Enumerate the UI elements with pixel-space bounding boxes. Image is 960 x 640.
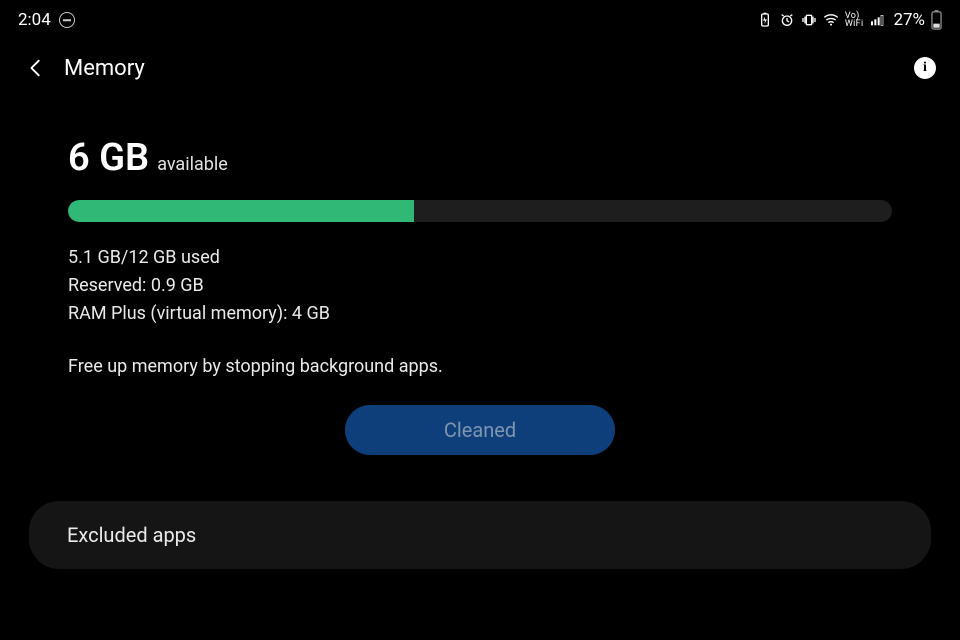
memory-stats: 5.1 GB/12 GB used Reserved: 0.9 GB RAM P… xyxy=(68,244,892,328)
page-title: Memory xyxy=(64,56,145,81)
available-line: 6 GB available xyxy=(68,136,892,180)
battery-percent: 27% xyxy=(893,10,925,30)
info-icon: i xyxy=(923,60,927,76)
back-button[interactable] xyxy=(24,56,48,80)
memory-progress-fill xyxy=(68,200,414,222)
chevron-left-icon xyxy=(25,57,47,79)
page-header: Memory i xyxy=(0,40,960,96)
memory-panel: 6 GB available 5.1 GB/12 GB used Reserve… xyxy=(0,96,960,455)
available-label: available xyxy=(157,154,228,175)
vibrate-icon xyxy=(801,12,817,28)
battery-icon xyxy=(931,10,942,30)
status-bar: 2:04 Vo) WiFi 27% xyxy=(0,0,960,40)
clean-button-label: Cleaned xyxy=(444,418,516,442)
used-line: 5.1 GB/12 GB used xyxy=(68,244,892,272)
excluded-apps-row[interactable]: Excluded apps xyxy=(29,501,931,569)
battery-optimize-icon xyxy=(757,12,773,28)
info-button[interactable]: i xyxy=(914,57,936,79)
dnd-icon xyxy=(59,12,75,28)
memory-hint: Free up memory by stopping background ap… xyxy=(68,356,892,377)
reserved-line: Reserved: 0.9 GB xyxy=(68,272,892,300)
ramplus-line: RAM Plus (virtual memory): 4 GB xyxy=(68,300,892,328)
alarm-icon xyxy=(779,12,795,28)
available-value: 6 GB xyxy=(68,136,149,180)
signal-icon xyxy=(869,12,885,28)
excluded-apps-label: Excluded apps xyxy=(67,523,196,547)
status-time: 2:04 xyxy=(18,10,51,30)
memory-progress-bar xyxy=(68,200,892,222)
wifi-icon xyxy=(823,12,839,28)
clean-button[interactable]: Cleaned xyxy=(345,405,615,455)
wifi-calling-label: Vo) WiFi xyxy=(845,12,864,28)
